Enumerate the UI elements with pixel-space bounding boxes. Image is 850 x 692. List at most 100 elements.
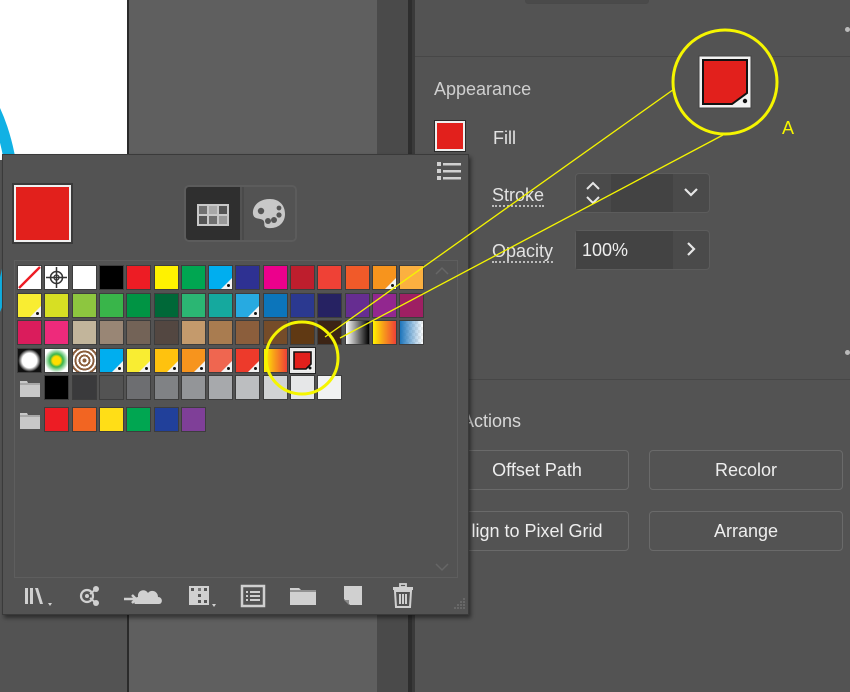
swatch-none[interactable]: [17, 265, 42, 290]
swatch[interactable]: [180, 265, 206, 290]
swatch[interactable]: [290, 265, 315, 290]
group-swatch[interactable]: [44, 375, 70, 400]
group-swatch[interactable]: [180, 406, 206, 432]
swatch[interactable]: [71, 347, 97, 373]
swatch[interactable]: [371, 320, 397, 345]
swatch[interactable]: [180, 292, 206, 318]
group-swatch[interactable]: [44, 406, 70, 432]
swatch[interactable]: [17, 347, 42, 373]
color-palette-view-button[interactable]: [242, 187, 295, 240]
group-swatch[interactable]: [153, 375, 179, 400]
folder-icon[interactable]: [19, 380, 41, 398]
swatch[interactable]: [262, 292, 288, 318]
open-in-libraries-icon[interactable]: [77, 583, 103, 609]
swatch[interactable]: [44, 320, 70, 345]
new-color-group-icon[interactable]: [288, 583, 318, 609]
swatch[interactable]: [153, 320, 179, 345]
swatch[interactable]: [71, 292, 97, 318]
swatch[interactable]: [235, 292, 261, 318]
group-swatch[interactable]: [98, 375, 124, 400]
swatch[interactable]: [153, 347, 179, 373]
swatch[interactable]: [180, 347, 206, 373]
swatch[interactable]: [98, 292, 124, 318]
group-swatch[interactable]: [126, 375, 152, 400]
scroll-up-icon[interactable]: [435, 265, 449, 275]
swatch[interactable]: [290, 292, 315, 318]
swatch[interactable]: [344, 265, 370, 290]
arrange-button[interactable]: Arrange: [649, 511, 843, 551]
resize-grip-icon[interactable]: [454, 597, 466, 609]
group-swatch[interactable]: [262, 375, 288, 400]
swatch[interactable]: [399, 320, 425, 345]
group-swatch[interactable]: [317, 375, 343, 400]
stroke-label[interactable]: Stroke: [492, 186, 545, 207]
fill-stroke-preview[interactable]: [14, 185, 71, 242]
swatch[interactable]: [17, 292, 42, 318]
group-swatch[interactable]: [153, 406, 179, 432]
swatch[interactable]: [344, 292, 370, 318]
swatch[interactable]: [399, 265, 425, 290]
swatch[interactable]: [44, 292, 70, 318]
align-to-pixel-grid-button[interactable]: lign to Pixel Grid: [445, 511, 629, 551]
swatch[interactable]: [71, 265, 97, 290]
swatch[interactable]: [208, 292, 234, 318]
swatch-libraries-menu-icon[interactable]: [23, 583, 57, 609]
top-input-field[interactable]: [525, 0, 649, 4]
swatch[interactable]: [98, 320, 124, 345]
recolor-button[interactable]: Recolor: [649, 450, 843, 490]
swatch[interactable]: [208, 265, 234, 290]
swatch[interactable]: [235, 320, 261, 345]
swatch[interactable]: [262, 265, 288, 290]
swatch[interactable]: [371, 265, 397, 290]
swatch[interactable]: [126, 320, 152, 345]
swatch-registration[interactable]: [44, 265, 70, 290]
swatch[interactable]: [317, 265, 343, 290]
scroll-down-icon[interactable]: [435, 563, 449, 573]
stroke-weight-input[interactable]: [611, 174, 673, 212]
swatch[interactable]: [317, 320, 343, 345]
add-to-cloud-library-icon[interactable]: [123, 583, 163, 609]
group-swatch[interactable]: [290, 375, 315, 400]
group-swatch[interactable]: [98, 406, 124, 432]
swatch-options-icon[interactable]: [240, 583, 266, 609]
new-swatch-icon[interactable]: [341, 583, 365, 609]
swatch[interactable]: [317, 292, 343, 318]
swatch[interactable]: [262, 347, 288, 373]
fill-color-swatch[interactable]: [435, 121, 465, 151]
opacity-expand-button[interactable]: [674, 231, 709, 269]
swatch[interactable]: [399, 292, 425, 318]
stroke-dropdown-button[interactable]: [674, 174, 709, 212]
folder-icon[interactable]: [19, 412, 41, 430]
group-swatch[interactable]: [208, 375, 234, 400]
swatch[interactable]: [98, 347, 124, 373]
swatch[interactable]: [180, 320, 206, 345]
group-swatch[interactable]: [71, 375, 97, 400]
swatch[interactable]: [17, 320, 42, 345]
panel-menu-icon[interactable]: [437, 162, 461, 180]
swatch[interactable]: [235, 347, 261, 373]
swatch[interactable]: [126, 265, 152, 290]
group-swatch[interactable]: [180, 375, 206, 400]
swatch[interactable]: [153, 265, 179, 290]
swatch[interactable]: [44, 347, 70, 373]
group-swatch[interactable]: [126, 406, 152, 432]
stroke-stepper[interactable]: [576, 174, 610, 212]
swatch-selected[interactable]: [290, 347, 315, 373]
delete-swatch-icon[interactable]: [391, 583, 415, 609]
swatch[interactable]: [262, 320, 288, 345]
group-swatch[interactable]: [71, 406, 97, 432]
swatch[interactable]: [126, 347, 152, 373]
swatch[interactable]: [208, 347, 234, 373]
swatch[interactable]: [126, 292, 152, 318]
swatch-kind-menu-icon[interactable]: [187, 583, 221, 609]
swatch[interactable]: [371, 292, 397, 318]
opacity-input[interactable]: 100%: [576, 231, 673, 269]
opacity-label[interactable]: Opacity: [492, 242, 554, 263]
swatch[interactable]: [344, 320, 370, 345]
offset-path-button[interactable]: Offset Path: [445, 450, 629, 490]
group-swatch[interactable]: [235, 375, 261, 400]
swatch[interactable]: [71, 320, 97, 345]
swatch[interactable]: [290, 320, 315, 345]
swatch[interactable]: [235, 265, 261, 290]
swatch[interactable]: [98, 265, 124, 290]
